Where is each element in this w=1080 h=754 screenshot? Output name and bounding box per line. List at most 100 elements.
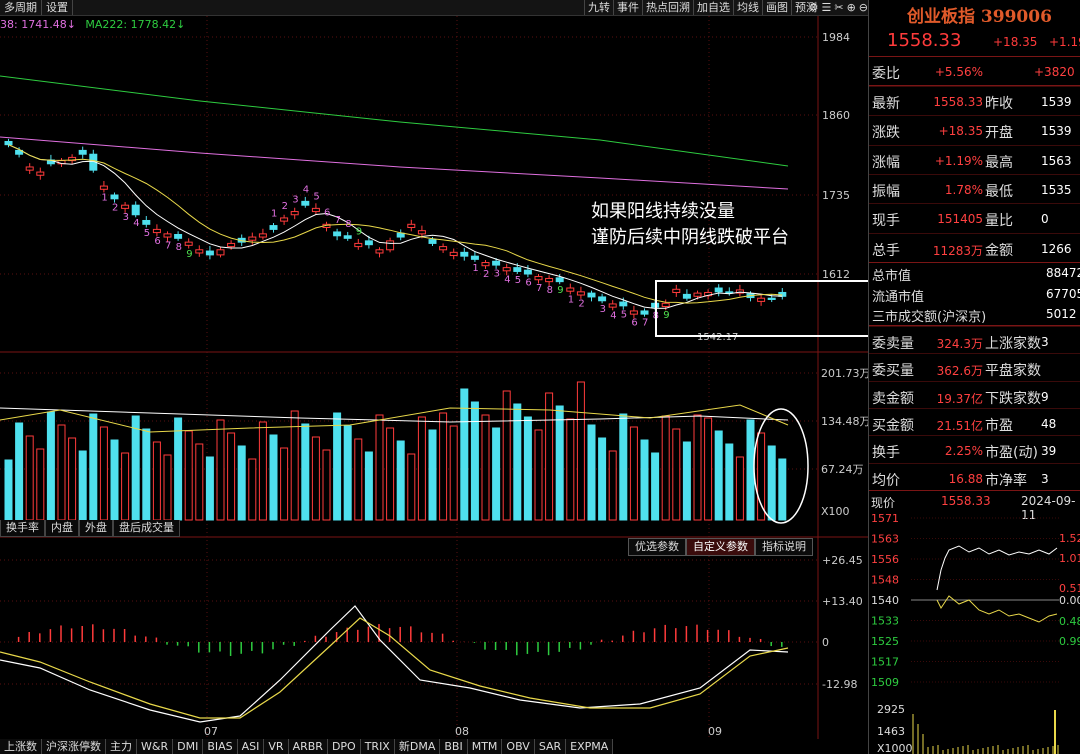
toolbar-left-item-0[interactable]: 多周期 <box>0 0 42 15</box>
indicator-tab-8[interactable]: ARBR <box>289 739 328 754</box>
stat-value-2: 3 <box>1041 471 1049 486</box>
volume-bar <box>269 434 278 521</box>
toolbar-left-item-1[interactable]: 设置 <box>42 0 73 15</box>
toolbar-item-3[interactable]: 加自选 <box>693 0 733 15</box>
annotation-line-1: 如果阳线持续没量 <box>591 201 735 222</box>
market-label: 总市值 <box>872 269 912 284</box>
param-tab-2[interactable]: 指标说明 <box>755 538 813 556</box>
nine-turn-label: 2 <box>578 298 584 309</box>
indicator-tab-13[interactable]: MTM <box>468 739 503 754</box>
volume-bar <box>640 439 649 521</box>
ma-a-value: 38: 1741.48 <box>0 18 67 31</box>
nine-turn-label: 6 <box>525 277 531 288</box>
candle-body <box>640 310 649 315</box>
kline-chart-area[interactable]: 1984 1860 1735 1612 201.73万 134.48万 67.24万 X100… <box>0 0 868 754</box>
volume-bar <box>152 441 161 521</box>
nine-turn-label: 2 <box>483 269 489 280</box>
sliders-icon[interactable]: ⚙ <box>809 1 819 15</box>
plus-circle-icon[interactable]: ⊕ <box>847 1 856 15</box>
x-label-08: 08 <box>455 725 469 738</box>
index-code: 399006 <box>980 7 1052 27</box>
toolbar-item-5[interactable]: 画图 <box>762 0 791 15</box>
intraday-pct-tick: 1.52 <box>1059 532 1080 545</box>
macd-tick-label: 0 <box>822 636 829 649</box>
price-tick-label: 1984 <box>822 31 850 44</box>
indicator-tab-0[interactable]: 上涨数 <box>0 739 42 754</box>
candle-body <box>555 277 564 283</box>
volume-tab-0[interactable]: 换手率 <box>0 520 45 537</box>
minus-circle-icon[interactable]: ⊖ <box>859 1 868 15</box>
chart-canvas[interactable]: 1984186017351612201.73万134.48万67.24万X100… <box>0 0 868 754</box>
candle-body <box>386 240 395 251</box>
indicator-tab-6[interactable]: ASI <box>238 739 265 754</box>
nine-turn-label: 7 <box>536 283 542 294</box>
stat-row: 买金额 21.51亿 市盈 48 <box>869 407 1080 435</box>
stat-label-2: 最高 <box>985 154 1013 171</box>
candle-body <box>290 211 299 216</box>
stat-value-2: 1539 <box>1041 124 1072 139</box>
candle-body <box>258 233 267 238</box>
volume-bar <box>470 401 479 521</box>
nine-turn-label: 9 <box>663 310 669 321</box>
toolbar-item-0[interactable]: 九转 <box>584 0 613 15</box>
intraday-price-tick: 1525 <box>871 635 899 648</box>
nine-turn-label: 6 <box>324 207 330 218</box>
market-label: 流通市值 <box>872 289 925 305</box>
volume-bar <box>545 392 554 521</box>
indicator-tab-2[interactable]: 主力 <box>106 739 137 754</box>
candle-body <box>343 235 352 239</box>
stat-value: +18.35 <box>938 124 983 139</box>
stat-row: 涨幅 +1.19% 最高 1563 <box>869 144 1080 174</box>
stat-value-2: 1563 <box>1041 153 1072 168</box>
intraday-price-tick: 1533 <box>871 615 899 628</box>
stat-label-2: 市盈 <box>985 417 1013 434</box>
volume-bar <box>36 448 45 521</box>
param-tab-0[interactable]: 优选参数 <box>628 538 686 556</box>
volume-tab-2[interactable]: 外盘 <box>79 520 113 537</box>
indicator-tab-4[interactable]: DMI <box>173 739 204 754</box>
volume-bar <box>693 414 702 521</box>
candle-body <box>364 240 373 246</box>
indicator-tab-12[interactable]: BBI <box>440 739 468 754</box>
candle-body <box>534 276 543 281</box>
volume-bar <box>417 416 426 521</box>
intraday-chart[interactable]: 1571 1563 1556 1548 1540 1533 1525 1517 1509 1.52… <box>869 510 1080 754</box>
stat-row: 委卖量 324.3万 上涨家数 3 <box>869 326 1080 353</box>
volume-bar <box>778 458 787 521</box>
indicator-tab-15[interactable]: SAR <box>535 739 567 754</box>
indicator-tab-9[interactable]: DPO <box>328 739 361 754</box>
toolbar-item-1[interactable]: 事件 <box>613 0 642 15</box>
ma-legend: 38: 1741.48↓ MA222: 1778.42↓ <box>0 18 185 31</box>
indicator-tab-10[interactable]: TRIX <box>361 739 395 754</box>
volume-indicator-tabs: 换手率 内盘 外盘 盘后成交量 <box>0 520 180 537</box>
volume-bar <box>523 416 532 521</box>
volume-tab-3[interactable]: 盘后成交量 <box>113 520 180 537</box>
indicator-tab-3[interactable]: W&R <box>137 739 174 754</box>
stat-value-2: 9 <box>1041 389 1049 404</box>
stat-label-2: 上涨家数 <box>985 336 1041 352</box>
volume-bar <box>428 429 437 521</box>
indicator-tab-11[interactable]: 新DMA <box>395 739 441 754</box>
indicator-tab-7[interactable]: VR <box>264 739 289 754</box>
indicator-tab-5[interactable]: BIAS <box>203 739 238 754</box>
volume-bar <box>439 412 448 521</box>
volume-bar <box>205 456 214 521</box>
sliders-alt-icon[interactable]: ☰ <box>821 1 831 15</box>
volume-tick-label: X100 <box>821 505 850 518</box>
volume-tab-1[interactable]: 内盘 <box>45 520 79 537</box>
volume-bar <box>757 432 766 521</box>
toolbar-item-4[interactable]: 均线 <box>733 0 762 15</box>
volume-bar <box>78 450 87 521</box>
stat-row: 卖金额 19.37亿 下跌家数 9 <box>869 380 1080 408</box>
volume-bar <box>449 425 458 521</box>
param-tab-1[interactable]: 自定义参数 <box>686 538 755 556</box>
scissors-icon[interactable]: ✂ <box>834 1 843 15</box>
candle-body <box>619 301 628 307</box>
volume-bar <box>57 424 66 521</box>
stat-label-2: 市净率 <box>985 472 1027 489</box>
indicator-tab-1[interactable]: 沪深涨停数 <box>42 739 106 754</box>
intraday-price-tick: 1563 <box>871 533 899 546</box>
indicator-tab-14[interactable]: OBV <box>502 739 535 754</box>
toolbar-item-2[interactable]: 热点回溯 <box>642 0 693 15</box>
indicator-tab-16[interactable]: EXPMA <box>566 739 614 754</box>
